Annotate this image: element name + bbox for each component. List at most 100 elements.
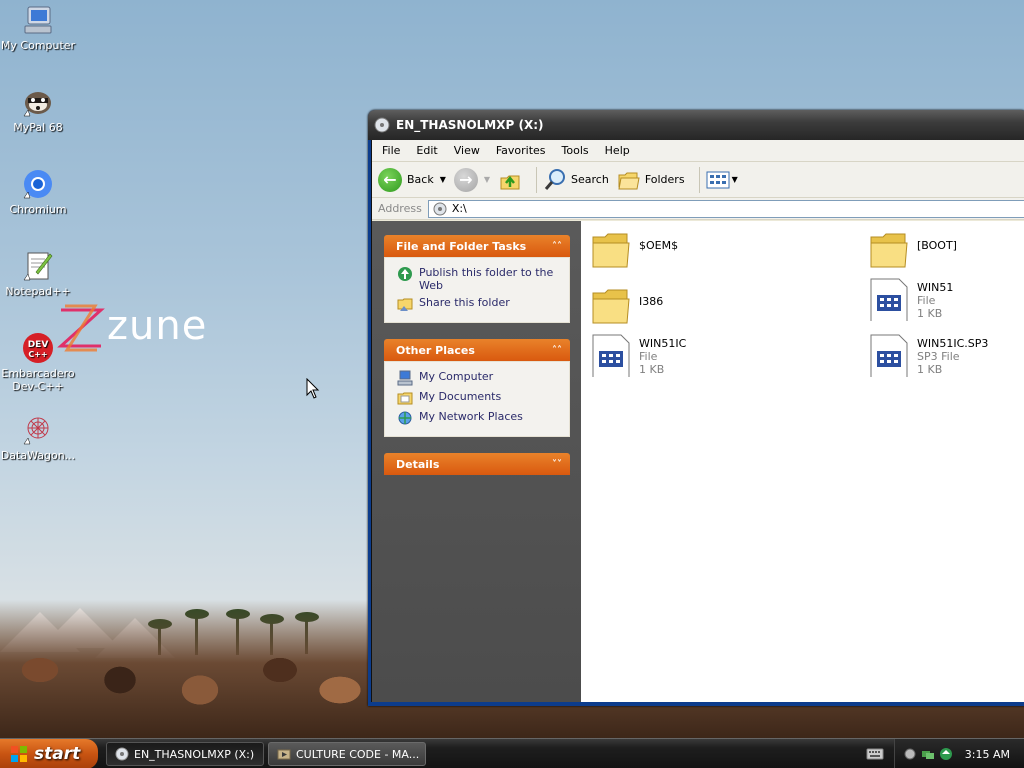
file-item-win51[interactable]: WIN51 File 1 KB [869, 277, 1024, 321]
desktop-icon-datawagon[interactable]: DataWagon... [0, 414, 76, 462]
desktop-icon-label: Chromium [9, 203, 67, 216]
views-button[interactable]: ▼ [706, 170, 738, 190]
taskbar-task-label: CULTURE CODE - MA... [296, 747, 420, 761]
folder-icon [592, 233, 630, 268]
search-button[interactable]: Search [543, 168, 609, 192]
collapse-chevron-icon[interactable]: ˄˄ [550, 241, 564, 252]
cd-drive-icon [374, 117, 390, 133]
file-icon [870, 278, 908, 321]
address-bar: Address X:\ [372, 198, 1024, 220]
details-title: Details [396, 457, 440, 471]
file-icon [870, 334, 908, 377]
file-type: File [639, 350, 658, 363]
desktop-icon-notepadpp[interactable]: Notepad++ [0, 250, 76, 298]
mouse-cursor-icon [306, 378, 320, 399]
desktop-icon-label: Embarcadero Dev-C++ [1, 367, 75, 393]
forward-button[interactable]: → ▼ [453, 167, 490, 192]
tray-clock[interactable]: 3:15 AM [965, 748, 1010, 761]
menu-view[interactable]: View [446, 144, 488, 157]
search-icon [544, 168, 566, 190]
place-my-computer[interactable]: My Computer [397, 370, 561, 386]
collapse-chevron-icon[interactable]: ˄˄ [550, 345, 564, 356]
task-publish-web[interactable]: Publish this folder to the Web [397, 266, 561, 292]
folders-label: Folders [644, 173, 685, 186]
my-computer-icon [397, 370, 413, 386]
file-list: $OEM$ [BOOT] I386 WIN51 File 1 KB WIN51IC F… [581, 221, 1024, 702]
tray-security-icon[interactable] [939, 747, 953, 761]
back-button[interactable]: ← Back ▼ [378, 167, 446, 192]
publish-web-icon [398, 267, 412, 281]
window-title: EN_THASNOLMXP (X:) [396, 118, 544, 132]
taskbar-task-explorer[interactable]: EN_THASNOLMXP (X:) [106, 742, 264, 766]
file-size: 1 KB [639, 363, 665, 376]
my-computer-icon [22, 4, 54, 36]
file-item-oem[interactable]: $OEM$ [591, 229, 831, 273]
cd-drive-icon [115, 747, 129, 761]
chromium-icon [22, 168, 54, 200]
details-panel: Details ˅˅ [384, 453, 570, 475]
place-my-documents-label: My Documents [419, 390, 502, 403]
back-dropdown-icon[interactable]: ▼ [440, 175, 446, 184]
desktop-icon-my-computer[interactable]: My Computer [0, 4, 76, 52]
tray-tools-icon[interactable] [903, 747, 917, 761]
task-pane: File and Folder Tasks ˄˄ Publish this fo… [372, 221, 581, 702]
menu-edit[interactable]: Edit [408, 144, 445, 157]
menu-favorites[interactable]: Favorites [488, 144, 554, 157]
place-my-documents[interactable]: My Documents [397, 390, 561, 406]
file-size: 1 KB [917, 307, 943, 320]
address-label: Address [378, 202, 422, 215]
tray-network-icon[interactable] [921, 747, 935, 761]
task-publish-web-label: Publish this folder to the Web [419, 266, 554, 292]
place-my-computer-label: My Computer [419, 370, 494, 383]
file-folder-tasks-panel: File and Folder Tasks ˄˄ Publish this fo… [384, 235, 570, 323]
start-label: start [34, 744, 81, 764]
file-folder-tasks-header[interactable]: File and Folder Tasks ˄˄ [384, 235, 570, 257]
file-item-i386[interactable]: I386 [591, 285, 831, 329]
file-item-boot[interactable]: [BOOT] [869, 229, 1024, 273]
file-name: WIN51IC.SP3 [917, 337, 989, 350]
desktop-icon-label: MyPal 68 [13, 121, 63, 134]
task-share-folder[interactable]: Share this folder [397, 296, 561, 312]
window-titlebar[interactable]: EN_THASNOLMXP (X:) [368, 110, 1024, 140]
file-size: 1 KB [917, 363, 943, 376]
search-label: Search [571, 173, 609, 186]
share-folder-icon [397, 298, 413, 311]
other-places-content: My Computer My Documents My Network Plac… [384, 361, 570, 437]
svg-text:DEV: DEV [28, 340, 49, 350]
file-item-win51ic[interactable]: WIN51IC File 1 KB [591, 333, 831, 377]
desktop-icon-mypal[interactable]: MyPal 68 [0, 86, 76, 134]
expand-chevron-icon[interactable]: ˅˅ [550, 459, 564, 470]
file-name: WIN51 [917, 281, 954, 294]
address-field[interactable]: X:\ [427, 199, 1024, 218]
folder-icon [592, 289, 630, 324]
place-my-network[interactable]: My Network Places [397, 410, 561, 426]
file-name: [BOOT] [917, 239, 957, 252]
back-arrow-icon: ← [378, 167, 402, 192]
folders-button[interactable]: Folders [617, 168, 685, 192]
details-header[interactable]: Details ˅˅ [384, 453, 570, 475]
desktop-icon-chromium[interactable]: Chromium [0, 168, 76, 216]
explorer-body: File and Folder Tasks ˄˄ Publish this fo… [372, 221, 1024, 702]
menu-bar: File Edit View Favorites Tools Help [372, 140, 1024, 162]
file-name: I386 [639, 295, 664, 308]
menu-help[interactable]: Help [597, 144, 638, 157]
menu-tools[interactable]: Tools [554, 144, 597, 157]
file-name: WIN51IC [639, 337, 687, 350]
other-places-panel: Other Places ˄˄ My Computer My Documents [384, 339, 570, 437]
start-button[interactable]: start [0, 739, 98, 768]
other-places-header[interactable]: Other Places ˄˄ [384, 339, 570, 361]
up-folder-button[interactable] [498, 168, 522, 192]
place-my-network-label: My Network Places [419, 410, 523, 423]
address-value: X:\ [451, 202, 467, 215]
forward-dropdown-icon[interactable]: ▼ [484, 175, 490, 184]
file-item-win51ic-sp3[interactable]: WIN51IC.SP3 SP3 File 1 KB [869, 333, 1024, 377]
taskbar-task-culture-code[interactable]: CULTURE CODE - MA... [268, 742, 426, 766]
up-folder-icon [500, 175, 520, 189]
folder-icon [870, 233, 908, 268]
file-type: File [917, 294, 936, 307]
menu-file[interactable]: File [374, 144, 408, 157]
keyboard-language-icon[interactable] [866, 747, 884, 761]
my-documents-icon [397, 392, 413, 405]
folders-icon [618, 172, 640, 189]
taskbar-task-label: EN_THASNOLMXP (X:) [134, 747, 255, 761]
